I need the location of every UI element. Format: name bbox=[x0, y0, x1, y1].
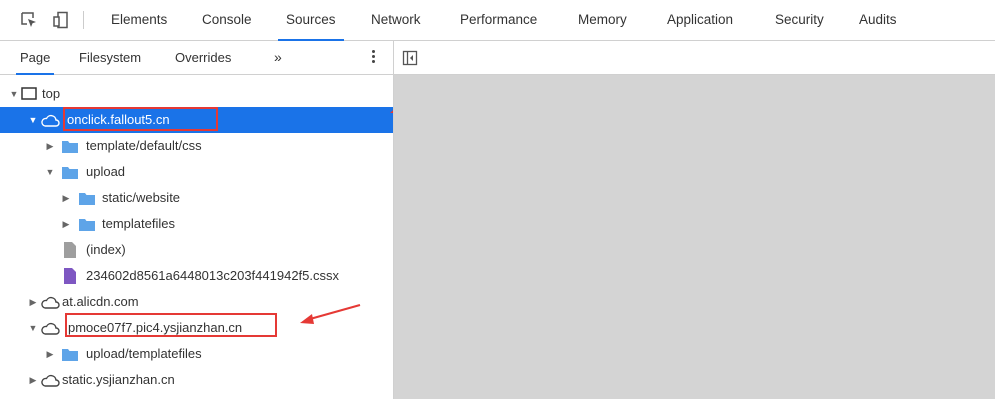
tree-item-label: upload/templatefiles bbox=[86, 346, 202, 361]
expand-arrow-icon[interactable]: ▶ bbox=[28, 289, 38, 315]
editor-toolbar bbox=[394, 41, 995, 75]
expand-arrow-icon[interactable]: ▼ bbox=[28, 315, 38, 341]
tree-item-template-default-css[interactable]: ▶ template/default/css bbox=[0, 133, 393, 159]
tree-item-cssx-file[interactable]: 234602d8561a6448013c203f441942f5.cssx bbox=[0, 263, 393, 289]
expand-arrow-icon[interactable]: ▶ bbox=[28, 367, 38, 393]
tree-item-at-alicdn[interactable]: ▶ at.alicdn.com bbox=[0, 289, 393, 315]
expand-arrow-icon[interactable]: ▼ bbox=[45, 159, 55, 185]
cloud-icon bbox=[41, 322, 60, 335]
sources-navigator: Page Filesystem Overrides » ▼ top ▼ oncl… bbox=[0, 41, 393, 399]
folder-icon bbox=[62, 167, 78, 179]
tab-performance[interactable]: Performance bbox=[460, 0, 537, 40]
tree-item-templatefiles[interactable]: ▶ templatefiles bbox=[0, 211, 393, 237]
tree-item-onclick-fallout5[interactable]: ▼ onclick.fallout5.cn bbox=[0, 107, 393, 133]
tab-network[interactable]: Network bbox=[371, 0, 421, 40]
expand-arrow-icon[interactable]: ▶ bbox=[61, 185, 71, 211]
tab-filesystem[interactable]: Filesystem bbox=[79, 41, 141, 74]
tree-item-label: static.ysjianzhan.cn bbox=[62, 372, 175, 387]
tree-item-label: pmoce07f7.pic4.ysjianzhan.cn bbox=[68, 320, 243, 335]
tree-item-upload-templatefiles[interactable]: ▶ upload/templatefiles bbox=[0, 341, 393, 367]
more-tabs-button[interactable]: » bbox=[274, 41, 282, 74]
tree-item-label: templatefiles bbox=[102, 216, 175, 231]
tree-item-label: static/website bbox=[102, 190, 181, 205]
file-purple-icon bbox=[64, 268, 76, 284]
expand-arrow-icon[interactable]: ▼ bbox=[9, 81, 19, 107]
tab-overrides[interactable]: Overrides bbox=[175, 41, 231, 74]
tree-item-label: (index) bbox=[86, 242, 126, 257]
expand-arrow-icon[interactable]: ▶ bbox=[61, 211, 71, 237]
cloud-icon bbox=[41, 374, 60, 387]
tree-item-pmoce07f7[interactable]: ▼ pmoce07f7.pic4.ysjianzhan.cn bbox=[0, 315, 393, 341]
toolbar-separator bbox=[83, 11, 84, 29]
file-icon bbox=[64, 242, 76, 258]
expand-arrow-icon[interactable]: ▶ bbox=[45, 341, 55, 367]
tab-security[interactable]: Security bbox=[775, 0, 824, 40]
tab-page[interactable]: Page bbox=[15, 41, 55, 75]
tree-item-static-ysjianzhan[interactable]: ▶ static.ysjianzhan.cn bbox=[0, 367, 393, 393]
device-toolbar-icon[interactable] bbox=[52, 11, 70, 29]
tree-item-label: at.alicdn.com bbox=[62, 294, 139, 309]
tab-audits[interactable]: Audits bbox=[859, 0, 897, 40]
devtools-toolbar: Elements Console Sources Network Perform… bbox=[0, 0, 995, 41]
toggle-navigator-icon[interactable] bbox=[402, 50, 418, 66]
tree-item-index[interactable]: (index) bbox=[0, 237, 393, 263]
expand-arrow-icon[interactable]: ▼ bbox=[28, 107, 38, 133]
tree-item-static-website[interactable]: ▶ static/website bbox=[0, 185, 393, 211]
frame-icon bbox=[21, 87, 37, 100]
tab-elements[interactable]: Elements bbox=[111, 0, 167, 40]
tree-item-label: top bbox=[42, 86, 61, 101]
folder-icon bbox=[79, 193, 95, 205]
tree-item-label: template/default/css bbox=[86, 138, 202, 153]
expand-arrow-icon[interactable]: ▶ bbox=[45, 133, 55, 159]
tree-item-label: 234602d8561a6448013c203f441942f5.cssx bbox=[86, 268, 340, 283]
tree-item-top[interactable]: ▼ top bbox=[0, 81, 393, 107]
folder-icon bbox=[62, 349, 78, 361]
more-options-icon[interactable] bbox=[368, 48, 378, 68]
folder-icon bbox=[62, 141, 78, 153]
editor-pane bbox=[394, 41, 995, 399]
element-picker-icon[interactable] bbox=[20, 11, 38, 29]
cloud-icon bbox=[41, 114, 60, 127]
tree-item-label: upload bbox=[86, 164, 126, 179]
tree-item-upload[interactable]: ▼ upload bbox=[0, 159, 393, 185]
tab-sources[interactable]: Sources bbox=[278, 0, 343, 41]
tab-console[interactable]: Console bbox=[202, 0, 252, 40]
tab-application[interactable]: Application bbox=[667, 0, 733, 40]
folder-icon bbox=[79, 219, 95, 231]
cloud-icon bbox=[41, 296, 60, 309]
tab-memory[interactable]: Memory bbox=[578, 0, 627, 40]
navigator-tabs: Page Filesystem Overrides » bbox=[0, 41, 393, 75]
tree-item-label: onclick.fallout5.cn bbox=[67, 112, 170, 127]
